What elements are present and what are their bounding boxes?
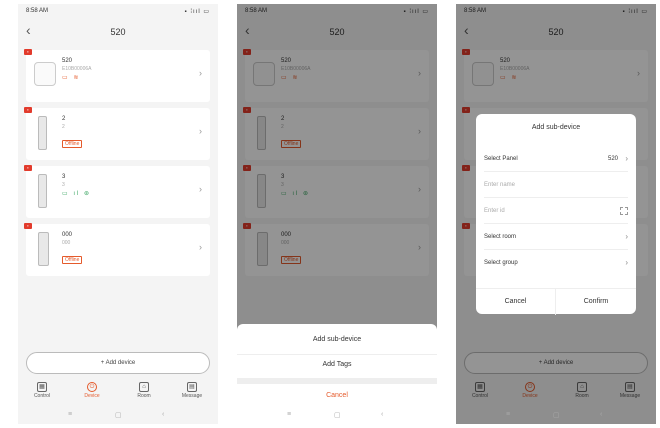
device-card-520[interactable]: ▪ 520 E10B00006A ▭ ≋ › bbox=[24, 49, 210, 102]
chevron-right-icon: › bbox=[625, 258, 628, 267]
chevron-right-icon: › bbox=[625, 154, 628, 163]
sheet-cancel-button[interactable]: Cancel bbox=[237, 386, 437, 406]
device-id: E10B00006A bbox=[62, 66, 92, 72]
tab-message[interactable]: ▤ Message bbox=[172, 382, 212, 399]
sensor-device-icon bbox=[38, 116, 47, 150]
device-badge: ▪ bbox=[24, 165, 32, 171]
phone-screen-action-sheet: 8:58 AM ▪ ⁞ııl ▭ ‹ 520 ▪ 520 E10B00006A … bbox=[237, 4, 437, 424]
panel-device-icon bbox=[34, 62, 56, 86]
sheet-separator bbox=[237, 378, 437, 384]
id-input[interactable]: Enter id bbox=[484, 198, 628, 224]
bottom-tab-bar: ▦ Control ⏻ Device ⌂ Room ▤ Message bbox=[18, 380, 218, 408]
door-sensor-icon bbox=[38, 232, 49, 266]
name-placeholder: Enter name bbox=[484, 182, 516, 188]
offline-tag: Offline bbox=[62, 256, 83, 264]
back-icon[interactable]: ‹ bbox=[381, 411, 383, 418]
chevron-right-icon: › bbox=[199, 184, 202, 194]
select-room-label: Select room bbox=[484, 234, 517, 240]
dialog-confirm-button[interactable]: Confirm bbox=[556, 289, 636, 315]
device-name: 3 bbox=[62, 174, 66, 180]
offline-tag: Offline bbox=[62, 140, 83, 148]
select-panel-row[interactable]: Select Panel 520 › bbox=[484, 146, 628, 172]
select-room-row[interactable]: Select room › bbox=[484, 224, 628, 250]
tab-label: Control bbox=[33, 393, 51, 399]
chevron-right-icon: › bbox=[625, 232, 628, 241]
device-status-icons: ▭ ıl ⊛ bbox=[62, 191, 92, 197]
menu-icon[interactable]: ≡ bbox=[287, 411, 291, 418]
device-name: 520 bbox=[62, 58, 73, 64]
tab-label: Room bbox=[137, 393, 151, 399]
id-placeholder: Enter id bbox=[484, 208, 505, 214]
menu-icon[interactable]: ≡ bbox=[68, 411, 72, 418]
back-icon[interactable]: ‹ bbox=[162, 411, 164, 418]
device-id: 000 bbox=[62, 240, 71, 246]
home-icon[interactable]: ▢ bbox=[334, 411, 341, 419]
add-sub-device-dialog: Add sub-device Select Panel 520 › Enter … bbox=[476, 114, 636, 315]
phone-screen-device-list: 8:58 AM ▪ ⁞ııl ▭ ‹ 520 ▪ 520 E10B00006A … bbox=[18, 4, 218, 424]
back-icon[interactable]: ‹ bbox=[600, 411, 602, 418]
control-icon: ▦ bbox=[37, 382, 47, 392]
scan-icon[interactable] bbox=[620, 207, 628, 215]
add-tags-option[interactable]: Add Tags bbox=[237, 354, 437, 374]
menu-icon[interactable]: ≡ bbox=[506, 411, 510, 418]
tab-control[interactable]: ▦ Control bbox=[22, 382, 62, 399]
select-panel-value: 520 bbox=[607, 156, 618, 162]
device-card-2[interactable]: ▪ 2 2 Offline › bbox=[24, 107, 210, 160]
system-nav-bar: ≡ ▢ ‹ bbox=[456, 408, 656, 424]
dialog-footer: Cancel Confirm bbox=[476, 288, 636, 315]
room-icon: ⌂ bbox=[139, 382, 149, 392]
home-icon[interactable]: ▢ bbox=[115, 411, 122, 419]
dialog-cancel-button[interactable]: Cancel bbox=[476, 289, 556, 315]
status-time: 8:58 AM bbox=[26, 8, 49, 14]
device-badge: ▪ bbox=[24, 49, 32, 55]
device-name: 000 bbox=[62, 232, 73, 238]
device-badge: ▪ bbox=[24, 107, 32, 113]
phone-screen-add-sub-device-dialog: 8:58 AM ▪ ⁞ııl ▭ ‹ 520 ▪ 520 E10B00006A … bbox=[456, 4, 656, 424]
select-group-label: Select group bbox=[484, 260, 518, 266]
status-bar: 8:58 AM ▪ ⁞ııl ▭ bbox=[18, 4, 218, 20]
device-card-3[interactable]: ▪ 3 3 ▭ ıl ⊛ › bbox=[24, 165, 210, 218]
device-id: 2 bbox=[62, 124, 65, 130]
status-indicators: ▪ ⁞ııl ▭ bbox=[184, 9, 210, 15]
device-status-icons: ▭ ≋ bbox=[62, 75, 81, 81]
add-sub-device-option[interactable]: Add sub-device bbox=[237, 330, 437, 350]
tab-label: Message bbox=[181, 393, 203, 399]
tab-device[interactable]: ⏻ Device bbox=[72, 382, 112, 399]
select-group-row[interactable]: Select group › bbox=[484, 250, 628, 276]
name-input[interactable]: Enter name bbox=[484, 172, 628, 198]
select-panel-label: Select Panel bbox=[484, 156, 518, 162]
add-device-button[interactable]: + Add device bbox=[26, 352, 210, 374]
device-icon: ⏻ bbox=[87, 382, 97, 392]
tab-room[interactable]: ⌂ Room bbox=[124, 382, 164, 399]
sensor-device-icon bbox=[38, 174, 47, 208]
chevron-right-icon: › bbox=[199, 242, 202, 252]
device-card-000[interactable]: ▪ 000 000 Offline › bbox=[24, 223, 210, 276]
chevron-right-icon: › bbox=[199, 126, 202, 136]
message-icon: ▤ bbox=[187, 382, 197, 392]
home-icon[interactable]: ▢ bbox=[553, 411, 560, 419]
chevron-right-icon: › bbox=[199, 68, 202, 78]
device-name: 2 bbox=[62, 116, 66, 122]
system-nav-bar: ≡ ▢ ‹ bbox=[18, 408, 218, 424]
dialog-title: Add sub-device bbox=[531, 124, 581, 131]
system-nav-bar: ≡ ▢ ‹ bbox=[237, 408, 437, 424]
device-badge: ▪ bbox=[24, 223, 32, 229]
page-title: 520 bbox=[110, 27, 126, 37]
app-header: ‹ 520 bbox=[18, 20, 218, 46]
tab-label: Device bbox=[84, 393, 100, 399]
device-id: 3 bbox=[62, 182, 65, 188]
